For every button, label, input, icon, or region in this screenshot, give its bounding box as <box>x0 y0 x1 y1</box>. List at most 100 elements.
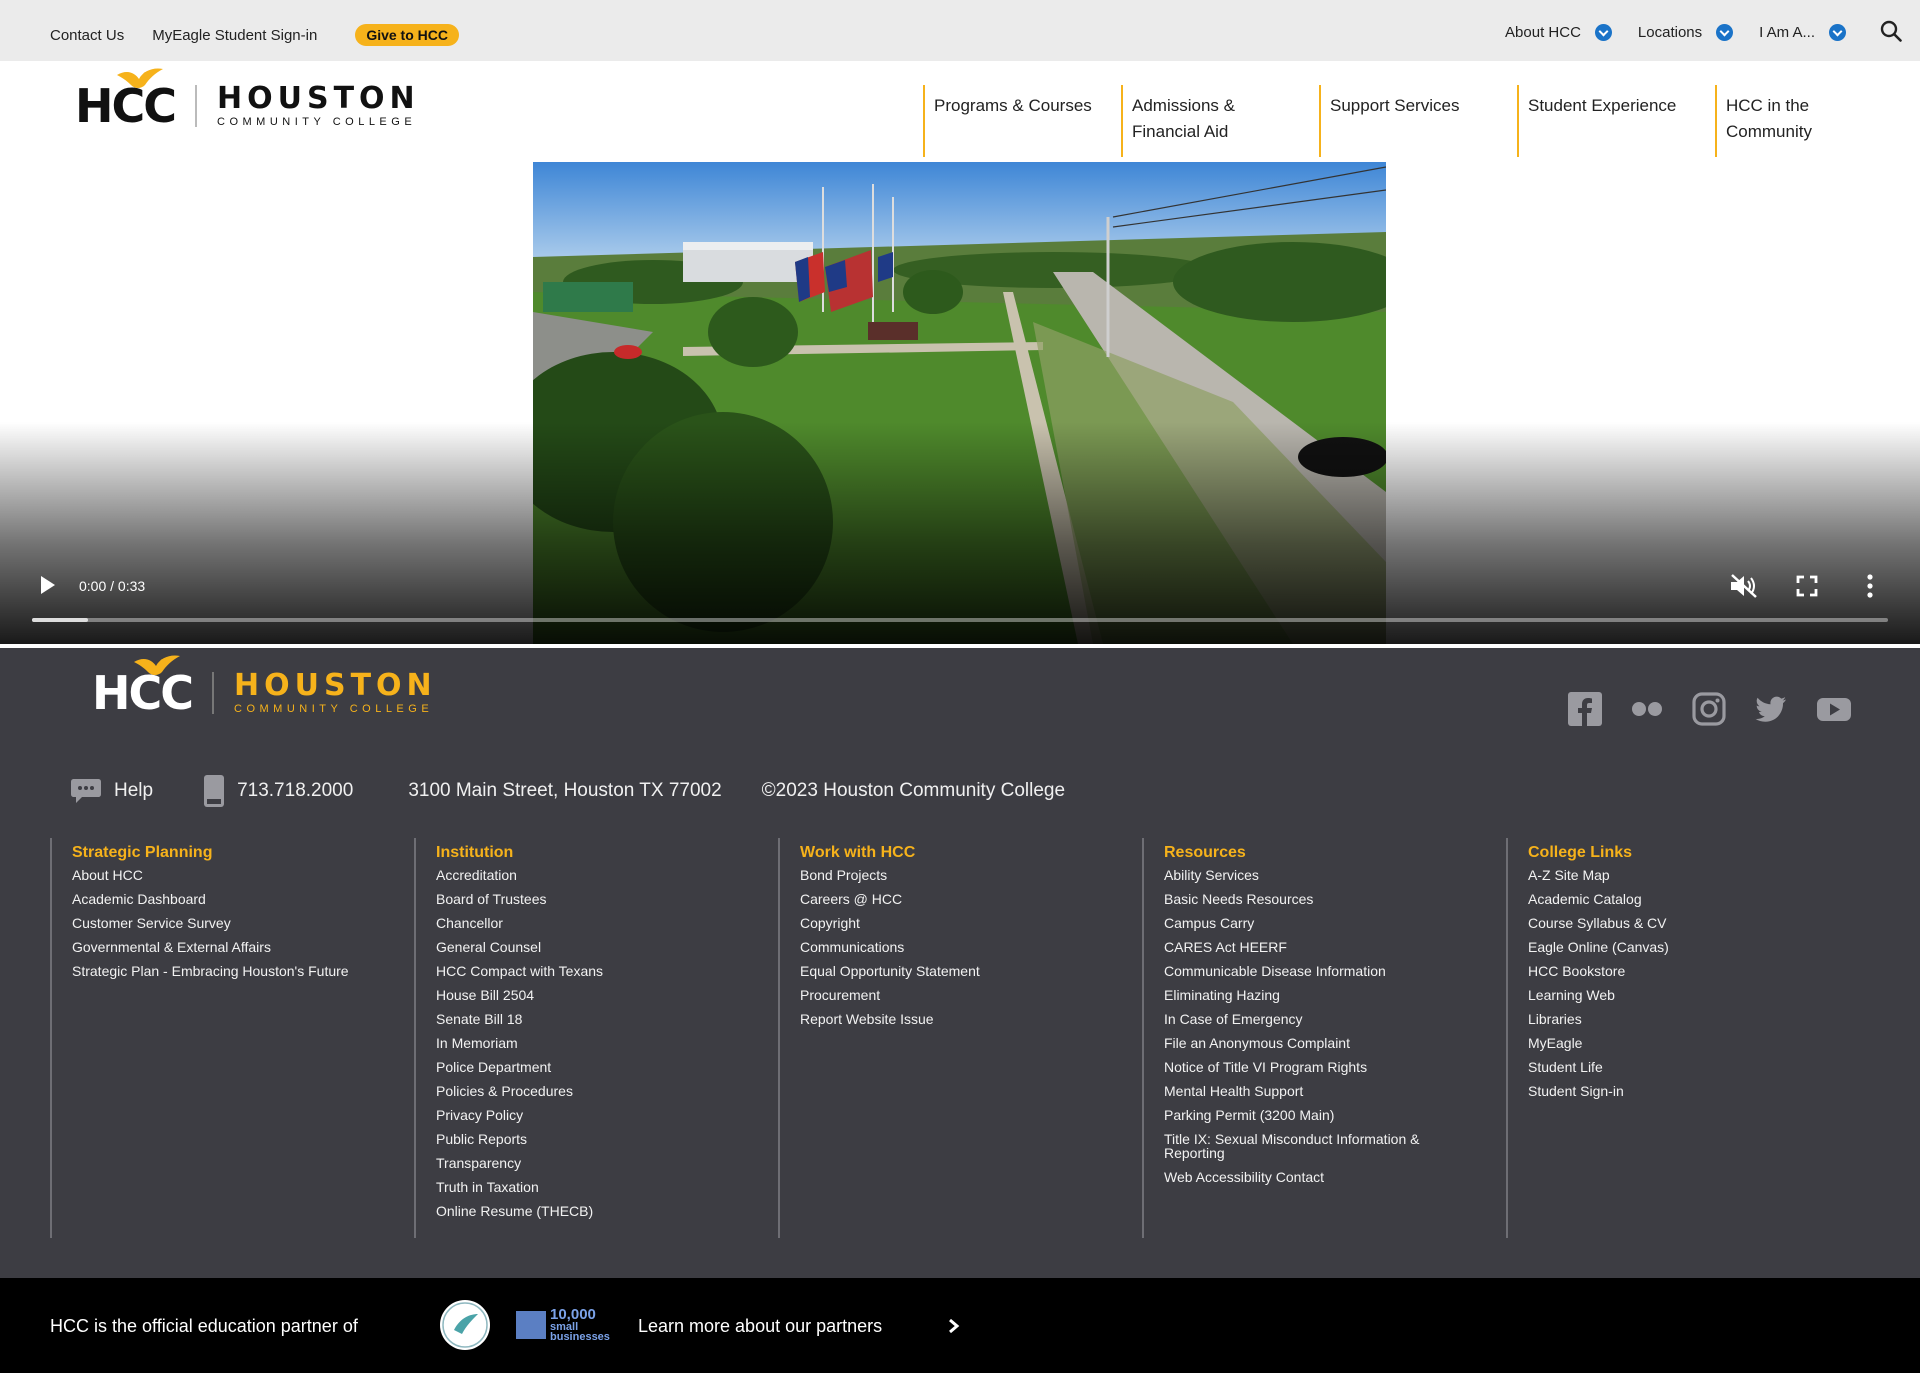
footer-link[interactable]: Privacy Policy <box>436 1108 726 1122</box>
footer-link[interactable]: Chancellor <box>436 916 726 930</box>
footer-link[interactable]: CARES Act HEERF <box>1164 940 1454 954</box>
footer-hcc-logo[interactable]: HCC HOUSTON COMMUNITY COLLEGE <box>92 655 437 720</box>
phone-number: 713.718.2000 <box>237 780 354 801</box>
youtube-icon[interactable] <box>1816 692 1852 726</box>
chevron-right-icon[interactable] <box>948 1318 960 1334</box>
footer-link[interactable]: Campus Carry <box>1164 916 1454 930</box>
footer-link[interactable]: Academic Catalog <box>1528 892 1818 906</box>
footer-link[interactable]: Student Sign-in <box>1528 1084 1818 1098</box>
nav-admissions-financial-aid[interactable]: Admissions & Financial Aid <box>1121 85 1319 157</box>
footer-link[interactable]: Equal Opportunity Statement <box>800 964 1090 978</box>
flickr-icon[interactable] <box>1630 692 1664 726</box>
footer-column: College Links A-Z Site Map Academic Catalo… <box>1506 838 1870 1238</box>
about-hcc-dropdown[interactable]: About HCC <box>1505 24 1612 41</box>
footer-link[interactable]: Parking Permit (3200 Main) <box>1164 1108 1454 1122</box>
contact-us-link[interactable]: Contact Us <box>50 27 124 44</box>
video-progress-bar[interactable] <box>32 618 1888 622</box>
footer-link[interactable]: Communications <box>800 940 1090 954</box>
footer-logo-mark: HCC <box>92 655 194 720</box>
help-link[interactable]: Help <box>70 777 153 805</box>
footer-link[interactable]: HCC Compact with Texans <box>436 964 726 978</box>
footer-link[interactable]: Policies & Procedures <box>436 1084 726 1098</box>
learn-more-partners-link[interactable]: Learn more about our partners <box>638 1316 882 1337</box>
footer-link[interactable]: Eagle Online (Canvas) <box>1528 940 1818 954</box>
10k-line3: businesses <box>550 1331 610 1343</box>
footer-link[interactable]: Learning Web <box>1528 988 1818 1002</box>
footer-link[interactable]: Copyright <box>800 916 1090 930</box>
nav-support-services[interactable]: Support Services <box>1319 85 1517 157</box>
footer-link[interactable]: Public Reports <box>436 1132 726 1146</box>
footer-link[interactable]: Online Resume (THECB) <box>436 1204 726 1218</box>
phone-link[interactable]: 713.718.2000 <box>203 774 353 808</box>
footer-link[interactable]: In Case of Emergency <box>1164 1012 1454 1026</box>
footer-link[interactable]: Board of Trustees <box>436 892 726 906</box>
twitter-icon[interactable] <box>1754 692 1788 726</box>
footer-link[interactable]: MyEagle <box>1528 1036 1818 1050</box>
footer-link[interactable]: Truth in Taxation <box>436 1180 726 1194</box>
footer-link[interactable]: General Counsel <box>436 940 726 954</box>
nav-label-line1: Student Experience <box>1528 96 1677 115</box>
footer-link[interactable]: Senate Bill 18 <box>436 1012 726 1026</box>
nav-label-line2: Financial Aid <box>1132 122 1229 141</box>
footer-link[interactable]: Title IX: Sexual Misconduct Information … <box>1164 1132 1454 1160</box>
partner-bar: HCC is the official education partner of… <box>0 1278 1920 1373</box>
footer-link[interactable]: Eliminating Hazing <box>1164 988 1454 1002</box>
footer-link[interactable]: Procurement <box>800 988 1090 1002</box>
more-options-icon[interactable] <box>1866 574 1874 598</box>
give-to-hcc-button[interactable]: Give to HCC <box>355 24 459 46</box>
footer-link[interactable]: Basic Needs Resources <box>1164 892 1454 906</box>
footer-column-heading: College Links <box>1528 844 1633 861</box>
utility-bar: Contact Us MyEagle Student Sign-in Give … <box>0 0 1920 61</box>
footer-link[interactable]: In Memoriam <box>436 1036 726 1050</box>
footer-link[interactable]: House Bill 2504 <box>436 988 726 1002</box>
footer-link[interactable]: Academic Dashboard <box>72 892 362 906</box>
footer-logo-divider <box>212 672 215 714</box>
footer-link[interactable]: Communicable Disease Information <box>1164 964 1454 978</box>
10000-small-businesses-logo[interactable]: 10,000 small businesses <box>516 1306 610 1343</box>
footer-link[interactable]: Report Website Issue <box>800 1012 1090 1026</box>
footer-link[interactable]: Accreditation <box>436 868 726 882</box>
nav-hcc-in-community[interactable]: HCC in the Community <box>1715 85 1913 157</box>
nav-label-line1: HCC in the <box>1726 96 1810 115</box>
footer-link[interactable]: Transparency <box>436 1156 726 1170</box>
instagram-icon[interactable] <box>1692 692 1726 726</box>
footer-link[interactable]: Governmental & External Affairs <box>72 940 362 954</box>
site-header: HCC HOUSTON COMMUNITY COLLEGE Programs &… <box>0 61 1920 162</box>
footer-link[interactable]: HCC Bookstore <box>1528 964 1818 978</box>
locations-dropdown[interactable]: Locations <box>1638 24 1734 41</box>
play-icon[interactable] <box>40 575 56 595</box>
footer-link[interactable]: Police Department <box>436 1060 726 1074</box>
muted-speaker-icon[interactable] <box>1729 573 1759 599</box>
footer-link[interactable]: Mental Health Support <box>1164 1084 1454 1098</box>
facebook-icon[interactable] <box>1568 692 1602 726</box>
footer-link[interactable]: Web Accessibility Contact <box>1164 1170 1454 1184</box>
footer-link[interactable]: Careers @ HCC <box>800 892 1090 906</box>
footer-link[interactable]: File an Anonymous Complaint <box>1164 1036 1454 1050</box>
footer-link[interactable]: Course Syllabus & CV <box>1528 916 1818 930</box>
footer-link[interactable]: Notice of Title VI Program Rights <box>1164 1060 1454 1074</box>
hero-video-player[interactable]: 0:00 / 0:33 <box>0 162 1920 644</box>
footer-column: Strategic Planning About HCC Academic Dash… <box>50 838 414 1238</box>
footer-link[interactable]: Libraries <box>1528 1012 1818 1026</box>
footer-link[interactable]: Student Life <box>1528 1060 1818 1074</box>
footer-link[interactable]: Strategic Plan - Embracing Houston's Fut… <box>72 964 362 978</box>
10k-line1: 10,000 <box>550 1306 596 1323</box>
footer-link[interactable]: Ability Services <box>1164 868 1454 882</box>
fullscreen-icon[interactable] <box>1796 575 1818 597</box>
chevron-down-icon <box>1716 24 1734 41</box>
logo-mark: HCC <box>75 68 177 133</box>
nav-student-experience[interactable]: Student Experience <box>1517 85 1715 157</box>
footer-link[interactable]: Customer Service Survey <box>72 916 362 930</box>
utility-links-left: Contact Us MyEagle Student Sign-in Give … <box>50 24 459 46</box>
search-icon[interactable] <box>1880 20 1902 42</box>
hcc-logo[interactable]: HCC HOUSTON COMMUNITY COLLEGE <box>75 68 420 133</box>
myeagle-signin-link[interactable]: MyEagle Student Sign-in <box>152 27 317 44</box>
nav-programs-courses[interactable]: Programs & Courses <box>923 85 1121 157</box>
footer-link[interactable]: A-Z Site Map <box>1528 868 1818 882</box>
nav-label-line2: Community <box>1726 122 1812 141</box>
footer-link[interactable]: About HCC <box>72 868 362 882</box>
footer-link[interactable]: Bond Projects <box>800 868 1090 882</box>
video-controls-shade <box>0 422 1920 644</box>
partner-seal-logo[interactable] <box>440 1300 490 1350</box>
i-am-a-dropdown[interactable]: I Am A... <box>1759 24 1846 41</box>
